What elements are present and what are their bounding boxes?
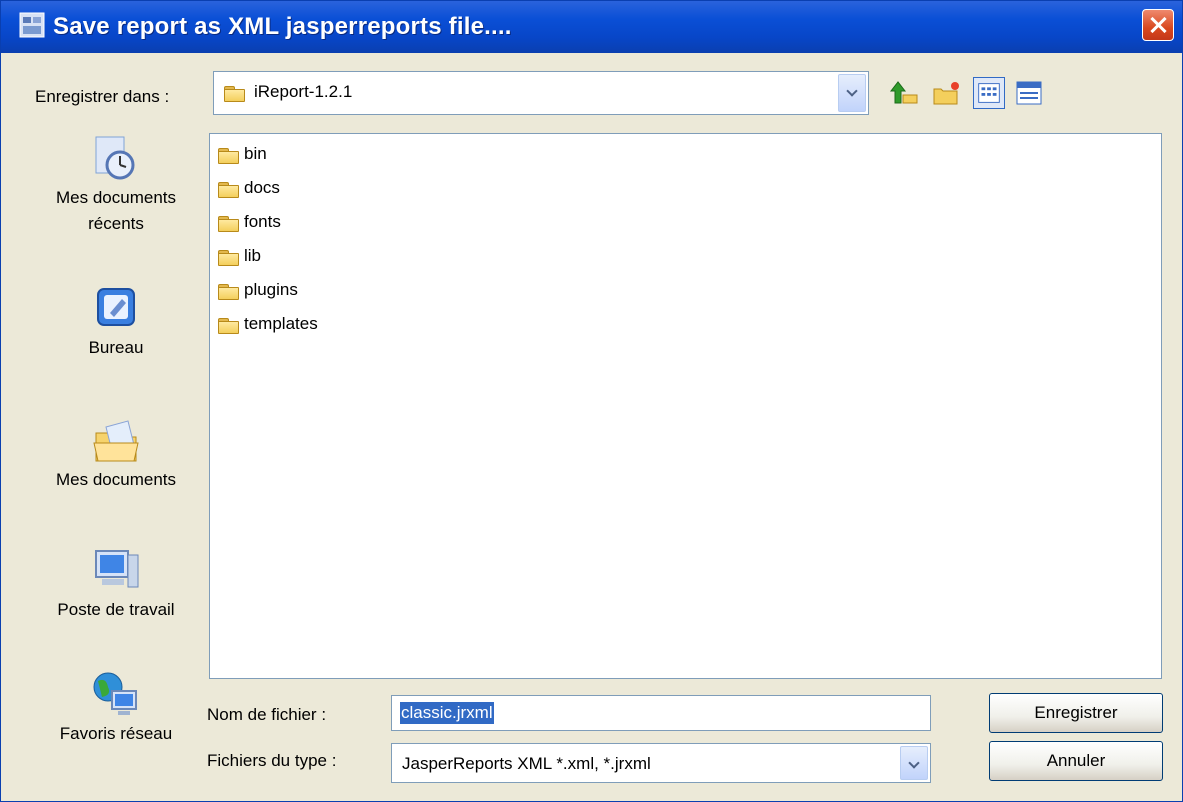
place-label: Favoris réseau [59, 724, 173, 743]
location-select[interactable]: iReport-1.2.1 [213, 71, 869, 115]
place-label: Poste de travail [57, 600, 175, 619]
details-view-icon[interactable] [1013, 77, 1045, 109]
place-my-computer[interactable]: Poste de travail [37, 545, 195, 623]
place-recent-documents[interactable]: Mes documents récents [37, 133, 195, 237]
file-name: docs [244, 178, 280, 197]
my-computer-icon [95, 550, 139, 588]
title-bar[interactable]: Save report as XML jasperreports file...… [1, 1, 1182, 53]
filetype-label: Fichiers du type : [207, 751, 337, 770]
up-folder-icon[interactable] [889, 77, 921, 109]
folder-icon [218, 284, 239, 300]
desktop-icon [97, 288, 135, 326]
file-name: fonts [244, 212, 281, 231]
folder-icon [218, 182, 239, 198]
chevron-down-icon[interactable] [900, 746, 928, 780]
filename-value: classic.jrxml [400, 702, 494, 724]
folder-icon [218, 216, 239, 232]
file-name: plugins [244, 280, 298, 299]
jasper-app-icon [19, 12, 45, 38]
folder-icon [218, 318, 239, 334]
folder-icon [218, 250, 239, 266]
filename-label: Nom de fichier : [207, 705, 327, 724]
place-my-documents[interactable]: Mes documents [37, 415, 195, 493]
place-network[interactable]: Favoris réseau [37, 669, 195, 747]
filetype-value: JasperReports XML *.xml, *.jrxml [402, 754, 651, 773]
new-folder-icon[interactable] [931, 77, 963, 109]
list-view-icon[interactable] [973, 77, 1005, 109]
file-list[interactable]: bin docs fonts lib plugins templates [209, 133, 1162, 679]
place-label: Mes documents récents [56, 188, 176, 233]
folder-icon [218, 148, 239, 164]
save-button[interactable]: Enregistrer [989, 693, 1163, 733]
close-button[interactable] [1142, 9, 1174, 41]
place-desktop[interactable]: Bureau [37, 283, 195, 361]
file-name: lib [244, 246, 262, 265]
folder-icon [224, 86, 245, 102]
save-dialog: Save report as XML jasperreports file...… [0, 0, 1183, 802]
file-name: bin [244, 144, 267, 163]
network-places-icon [93, 672, 137, 715]
location-label: Enregistrer dans : [35, 87, 170, 106]
location-value: iReport-1.2.1 [254, 82, 353, 101]
place-label: Mes documents [56, 470, 176, 489]
file-name: templates [244, 314, 318, 333]
place-label: Bureau [88, 338, 144, 357]
chevron-down-icon[interactable] [838, 74, 866, 112]
recent-documents-icon [95, 136, 135, 180]
dialog-title: Save report as XML jasperreports file...… [53, 13, 512, 40]
places-bar: Mes documents récents Bureau Mes documen… [37, 133, 195, 783]
filetype-select[interactable]: JasperReports XML *.xml, *.jrxml [391, 743, 931, 783]
my-documents-icon [93, 420, 139, 462]
filename-input[interactable]: classic.jrxml [391, 695, 931, 731]
cancel-button[interactable]: Annuler [989, 741, 1163, 781]
